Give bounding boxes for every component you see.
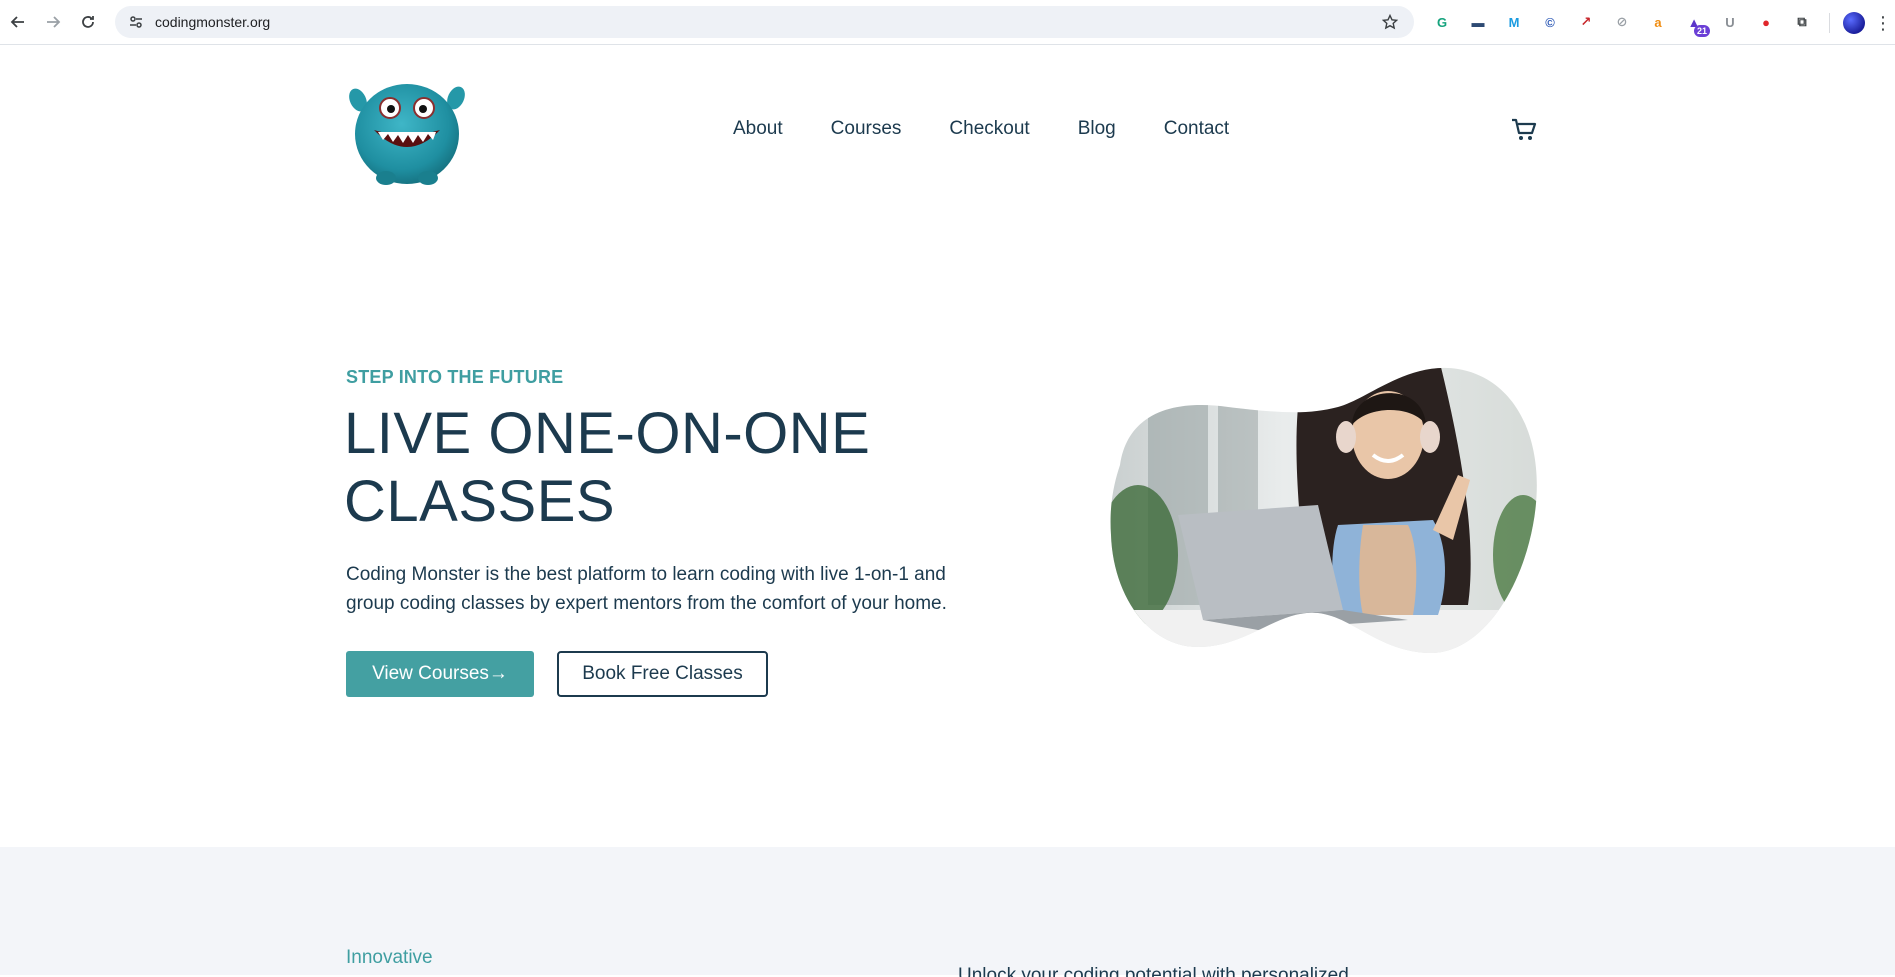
map-pin-icon[interactable]: ● xyxy=(1754,11,1778,33)
hero-student-image xyxy=(1108,355,1548,660)
main-navigation: About Courses Checkout Blog Contact xyxy=(733,118,1229,140)
nav-link-courses[interactable]: Courses xyxy=(831,118,902,140)
features-section xyxy=(0,847,1895,975)
more-menu-icon[interactable]: ⋮ xyxy=(1874,12,1892,34)
nav-link-checkout[interactable]: Checkout xyxy=(949,118,1029,140)
nav-link-about[interactable]: About xyxy=(733,118,783,140)
site-settings-icon[interactable] xyxy=(127,13,145,31)
section-intro-text: Unlock your coding potential with person… xyxy=(958,965,1349,977)
bookmark-star-icon[interactable] xyxy=(1380,12,1400,32)
pdf-icon[interactable]: ↗ xyxy=(1574,11,1598,33)
address-bar[interactable]: codingmonster.org xyxy=(115,6,1414,38)
browser-toolbar: codingmonster.org G ▬ M © ↗ ⊘ a ▲ 21 U ● ⧉ ⋮ xyxy=(0,0,1895,45)
profile-avatar[interactable] xyxy=(1843,12,1865,34)
hero-description: Coding Monster is the best platform to l… xyxy=(346,564,947,614)
amazon-icon[interactable]: a xyxy=(1646,11,1670,33)
copyright-c-icon[interactable]: © xyxy=(1538,11,1562,33)
reload-icon[interactable] xyxy=(75,9,101,35)
shopping-cart-icon[interactable] xyxy=(1510,116,1538,144)
nav-link-contact[interactable]: Contact xyxy=(1164,118,1229,140)
compass-icon[interactable]: ⊘ xyxy=(1610,11,1634,33)
extensions-bar: G ▬ M © ↗ ⊘ a ▲ 21 U ● ⧉ xyxy=(1430,11,1814,37)
url-text[interactable]: codingmonster.org xyxy=(155,14,270,30)
hero-eyebrow: STEP INTO THE FUTURE xyxy=(346,367,564,387)
back-arrow-icon[interactable] xyxy=(5,9,31,35)
section-eyebrow: Innovative xyxy=(346,947,433,968)
graduation-cap-icon[interactable]: ▲ 21 xyxy=(1682,11,1710,37)
extension-badge: 21 xyxy=(1693,25,1710,37)
u-letter-icon[interactable]: U xyxy=(1718,11,1742,33)
forward-arrow-icon[interactable] xyxy=(40,9,66,35)
mail-m-icon[interactable]: M xyxy=(1502,11,1526,33)
grammarly-icon[interactable]: G xyxy=(1430,11,1454,33)
nav-link-blog[interactable]: Blog xyxy=(1078,118,1116,140)
hero-title: LIVE ONE-ON-ONE CLASSES xyxy=(344,401,871,534)
toolbar-divider xyxy=(1829,13,1830,33)
book-free-classes-button[interactable]: Book Free Classes xyxy=(557,651,768,697)
view-courses-button[interactable]: View Courses→ xyxy=(346,651,534,697)
coding-monster-logo[interactable] xyxy=(346,78,468,190)
puzzle-piece-icon[interactable]: ⧉ xyxy=(1790,11,1814,33)
clapperboard-icon[interactable]: ▬ xyxy=(1466,11,1490,33)
